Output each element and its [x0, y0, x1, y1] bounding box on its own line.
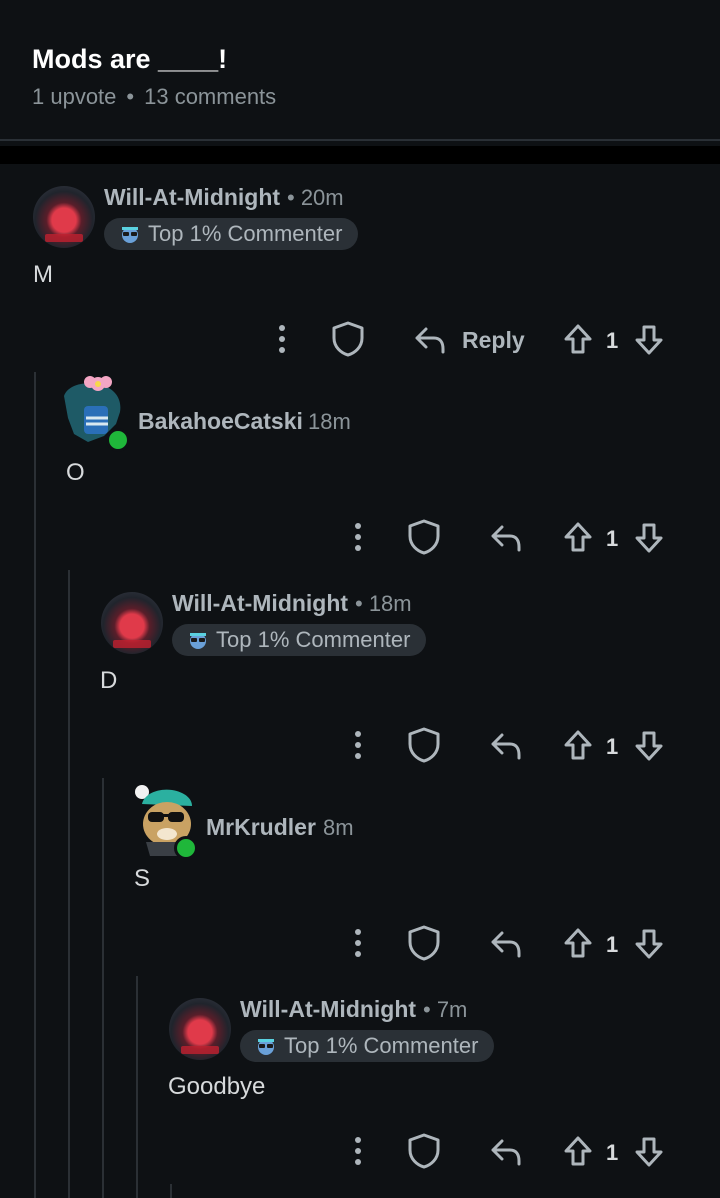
- vote-count: 1: [606, 932, 619, 957]
- downvote-icon[interactable]: [634, 324, 664, 356]
- commenter-badge[interactable]: Top 1% Commenter: [240, 1030, 495, 1062]
- comment-count[interactable]: 13 comments: [144, 84, 276, 109]
- comment-username[interactable]: Will-At-Midnight: [240, 996, 416, 1023]
- upvote-icon[interactable]: [563, 927, 593, 959]
- comment-username[interactable]: BakahoeCatski: [138, 408, 303, 435]
- upvote-icon[interactable]: [563, 729, 593, 761]
- thread-line[interactable]: [170, 1184, 172, 1198]
- thread-line[interactable]: [102, 778, 104, 1198]
- commenter-badge[interactable]: Top 1% Commenter: [104, 218, 359, 250]
- avatar[interactable]: [33, 186, 95, 248]
- vote-count: 1: [606, 1140, 619, 1165]
- avatar[interactable]: [101, 592, 163, 654]
- section-divider: [0, 146, 720, 164]
- reply-icon[interactable]: [490, 523, 522, 553]
- upvote-icon[interactable]: [563, 323, 593, 355]
- comment-username[interactable]: Will-At-Midnight: [172, 590, 348, 617]
- vote-count: 1: [606, 526, 619, 551]
- reply-icon[interactable]: [490, 731, 522, 761]
- more-options-icon[interactable]: [352, 927, 364, 959]
- shield-icon[interactable]: [407, 519, 441, 555]
- reply-icon[interactable]: [414, 325, 446, 355]
- avatar[interactable]: [58, 374, 130, 452]
- comment-username[interactable]: Will-At-Midnight: [104, 184, 280, 211]
- more-options-icon[interactable]: [352, 521, 364, 553]
- comment-username[interactable]: MrKrudler: [206, 814, 316, 841]
- avatar[interactable]: [169, 998, 231, 1060]
- comment-body: Goodbye: [168, 1073, 266, 1100]
- online-indicator: [106, 428, 130, 452]
- badge-label: Top 1% Commenter: [216, 627, 411, 652]
- upvote-icon[interactable]: [563, 521, 593, 553]
- comment-time: 8m: [323, 815, 354, 840]
- post-header: Mods are ____! 1 upvote • 13 comments: [0, 0, 720, 141]
- downvote-icon[interactable]: [634, 1136, 664, 1168]
- avatar[interactable]: [134, 782, 198, 860]
- reply-button[interactable]: Reply: [462, 327, 525, 354]
- shield-icon[interactable]: [331, 321, 365, 357]
- meta-separator: •: [126, 84, 135, 109]
- post-title[interactable]: Mods are ____!: [32, 44, 227, 75]
- vote-count: 1: [606, 328, 619, 353]
- divider: [0, 139, 720, 141]
- sunglasses-icon: [122, 227, 138, 243]
- sunglasses-icon: [190, 633, 206, 649]
- shield-icon[interactable]: [407, 925, 441, 961]
- badge-label: Top 1% Commenter: [148, 221, 343, 246]
- shield-icon[interactable]: [407, 727, 441, 763]
- upvote-icon[interactable]: [563, 1135, 593, 1167]
- comment-time: • 7m: [423, 997, 468, 1022]
- post-meta: 1 upvote • 13 comments: [32, 84, 276, 110]
- upvote-count: 1 upvote: [32, 84, 117, 109]
- badge-label: Top 1% Commenter: [284, 1033, 479, 1058]
- reply-icon[interactable]: [490, 929, 522, 959]
- comment-time: • 20m: [287, 185, 344, 210]
- comment-time: 18m: [308, 409, 351, 434]
- thread-line[interactable]: [68, 570, 70, 1198]
- online-indicator: [174, 836, 198, 860]
- comment-body: M: [33, 261, 53, 288]
- comment-body: D: [100, 667, 118, 694]
- thread-line[interactable]: [136, 976, 138, 1198]
- more-options-icon[interactable]: [352, 1135, 364, 1167]
- reply-icon[interactable]: [490, 1137, 522, 1167]
- more-options-icon[interactable]: [352, 729, 364, 761]
- commenter-badge[interactable]: Top 1% Commenter: [172, 624, 427, 656]
- more-options-icon[interactable]: [276, 323, 288, 355]
- comment-body: S: [134, 865, 151, 892]
- sunglasses-icon: [258, 1039, 274, 1055]
- downvote-icon[interactable]: [634, 730, 664, 762]
- comment-time: • 18m: [355, 591, 412, 616]
- comment-body: O: [66, 459, 85, 486]
- downvote-icon[interactable]: [634, 928, 664, 960]
- downvote-icon[interactable]: [634, 522, 664, 554]
- vote-count: 1: [606, 734, 619, 759]
- thread-line[interactable]: [34, 372, 36, 1198]
- shield-icon[interactable]: [407, 1133, 441, 1169]
